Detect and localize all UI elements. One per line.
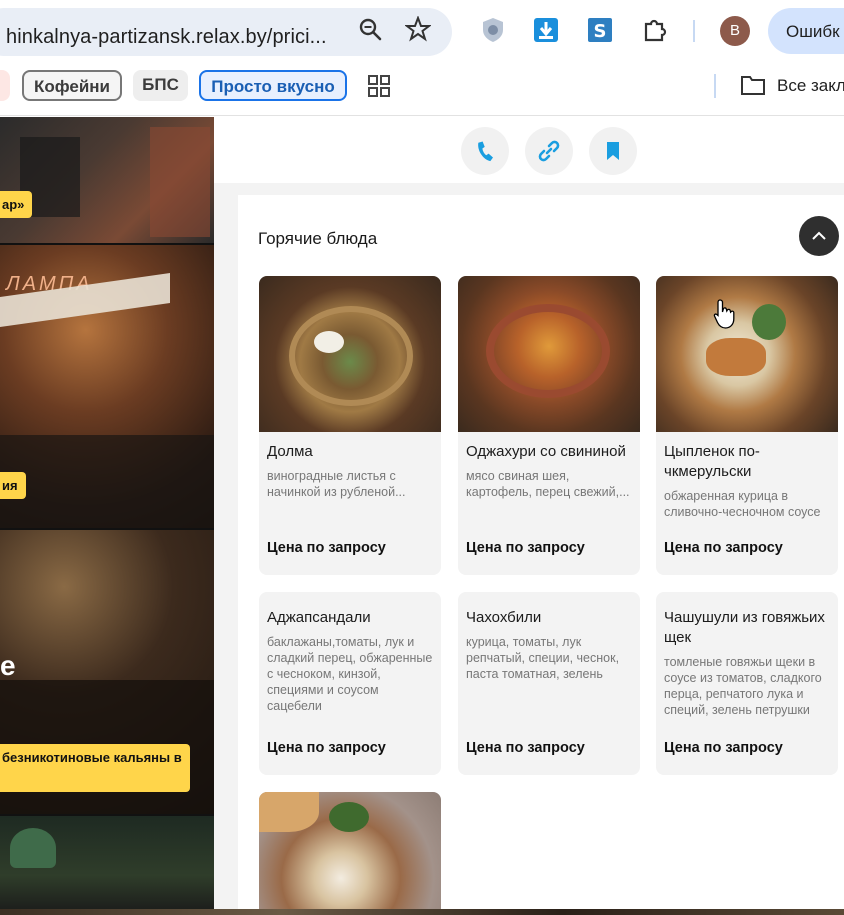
call-button[interactable] bbox=[461, 127, 509, 175]
dish-name: Долма bbox=[267, 443, 313, 460]
menu-panel: Горячие блюда Долма виноградные листья с… bbox=[214, 117, 844, 915]
venue-gallery: ар» ЛАМПА ия е безникотиновые кальяны в bbox=[0, 117, 214, 915]
dish-card[interactable]: Цыпленок по-чкмерульски обжаренная куриц… bbox=[656, 276, 838, 575]
profile-avatar[interactable]: В bbox=[720, 16, 750, 46]
chevron-up-icon bbox=[812, 231, 826, 240]
dish-price: Цена по запросу bbox=[267, 540, 386, 556]
zoom-icon[interactable] bbox=[357, 16, 383, 42]
dish-card[interactable]: Чахохбили курица, томаты, лук репчатый, … bbox=[458, 592, 640, 775]
venue-badge: ар» bbox=[0, 191, 33, 218]
bookmarks-bar: Кофейни БПС Просто вкусно Все закл bbox=[0, 64, 844, 116]
link-icon bbox=[538, 140, 560, 162]
dish-photo bbox=[259, 276, 441, 432]
dish-card[interactable]: Долма виноградные листья с начинкой из р… bbox=[259, 276, 441, 575]
venue-badge: безникотиновые кальяны в bbox=[0, 744, 190, 792]
error-button-label: Ошибк bbox=[786, 22, 840, 41]
dish-description: баклажаны,томаты, лук и сладкий перец, о… bbox=[267, 635, 433, 713]
venue-title-letter: е bbox=[0, 650, 16, 681]
venue-action-bar bbox=[214, 117, 844, 183]
url-text[interactable]: hinkalnya-partizansk.relax.by/prici... bbox=[6, 26, 327, 49]
bookmarks-divider bbox=[714, 74, 716, 98]
dish-description: виноградные листья с начинкой из рублено… bbox=[267, 469, 406, 499]
download-extension-icon[interactable] bbox=[532, 16, 560, 44]
error-button[interactable]: Ошибк bbox=[768, 8, 844, 54]
dish-price: Цена по запросу bbox=[664, 540, 783, 556]
dish-photo bbox=[656, 276, 838, 432]
bookmark-coffee[interactable]: Кофейни bbox=[22, 70, 122, 101]
browser-toolbar: hinkalnya-partizansk.relax.by/prici... S… bbox=[0, 0, 844, 64]
bookmark-chip-partial[interactable] bbox=[0, 70, 10, 101]
dish-name: Чахохбили bbox=[466, 609, 542, 626]
section-title: Горячие блюда bbox=[258, 229, 378, 248]
dish-description: томленые говяжьи щеки в соусе из томатов… bbox=[664, 655, 822, 717]
dish-photo bbox=[458, 276, 640, 432]
dish-card[interactable] bbox=[259, 792, 441, 915]
dish-name: Цыпленок по-чкмерульски bbox=[664, 443, 760, 480]
apps-grid-icon[interactable] bbox=[368, 75, 390, 97]
dish-price: Цена по запросу bbox=[466, 540, 585, 556]
s-extension-icon[interactable]: S bbox=[586, 16, 614, 44]
dish-name: Чашушули из говяжьих щек bbox=[664, 609, 825, 646]
venue-photo-lamps[interactable] bbox=[0, 816, 214, 915]
extensions-puzzle-icon[interactable] bbox=[641, 16, 669, 44]
all-bookmarks-link[interactable]: Все закл bbox=[777, 76, 844, 96]
save-button[interactable] bbox=[589, 127, 637, 175]
dish-description: мясо свиная шея, картофель, перец свежий… bbox=[466, 469, 630, 499]
dish-photo bbox=[259, 792, 441, 915]
toolbar-divider bbox=[693, 20, 695, 42]
dish-name: Оджахури со свининой bbox=[466, 443, 626, 460]
dish-description: курица, томаты, лук репчатый, специи, че… bbox=[466, 635, 620, 681]
collapse-button[interactable] bbox=[799, 216, 839, 256]
svg-text:S: S bbox=[594, 21, 607, 42]
dish-description: обжаренная курица в сливочно-чесночном с… bbox=[664, 489, 821, 519]
bookmark-icon bbox=[607, 142, 619, 160]
dish-card[interactable]: Чашушули из говяжьих щек томленые говяжь… bbox=[656, 592, 838, 775]
phone-icon bbox=[478, 141, 493, 162]
venue-photo-bar[interactable]: ар» bbox=[0, 117, 214, 243]
dish-card[interactable]: Аджапсандали баклажаны,томаты, лук и сла… bbox=[259, 592, 441, 775]
venue-photo-hall[interactable]: е безникотиновые кальяны в bbox=[0, 530, 214, 814]
dish-card[interactable]: Оджахури со свининой мясо свиная шея, ка… bbox=[458, 276, 640, 575]
background-strip bbox=[0, 909, 844, 915]
screen: hinkalnya-partizansk.relax.by/prici... S… bbox=[0, 0, 844, 915]
bookmark-prosto-vkusno[interactable]: Просто вкусно bbox=[199, 70, 347, 101]
link-button[interactable] bbox=[525, 127, 573, 175]
hand-cursor-icon bbox=[713, 299, 735, 329]
star-bookmark-icon[interactable] bbox=[405, 16, 431, 42]
shield-extension-icon[interactable] bbox=[479, 16, 507, 44]
venue-badge: ия bbox=[0, 472, 26, 499]
menu-section-hot-dishes: Горячие блюда Долма виноградные листья с… bbox=[238, 195, 844, 915]
dish-price: Цена по запросу bbox=[664, 740, 783, 756]
folder-icon[interactable] bbox=[740, 74, 766, 96]
dish-price: Цена по запросу bbox=[267, 740, 386, 756]
venue-photo-lampa[interactable]: ЛАМПА ия bbox=[0, 245, 214, 528]
address-bar[interactable]: hinkalnya-partizansk.relax.by/prici... bbox=[0, 8, 452, 56]
bookmark-bps[interactable]: БПС bbox=[133, 70, 188, 101]
dish-name: Аджапсандали bbox=[267, 609, 371, 626]
dish-price: Цена по запросу bbox=[466, 740, 585, 756]
